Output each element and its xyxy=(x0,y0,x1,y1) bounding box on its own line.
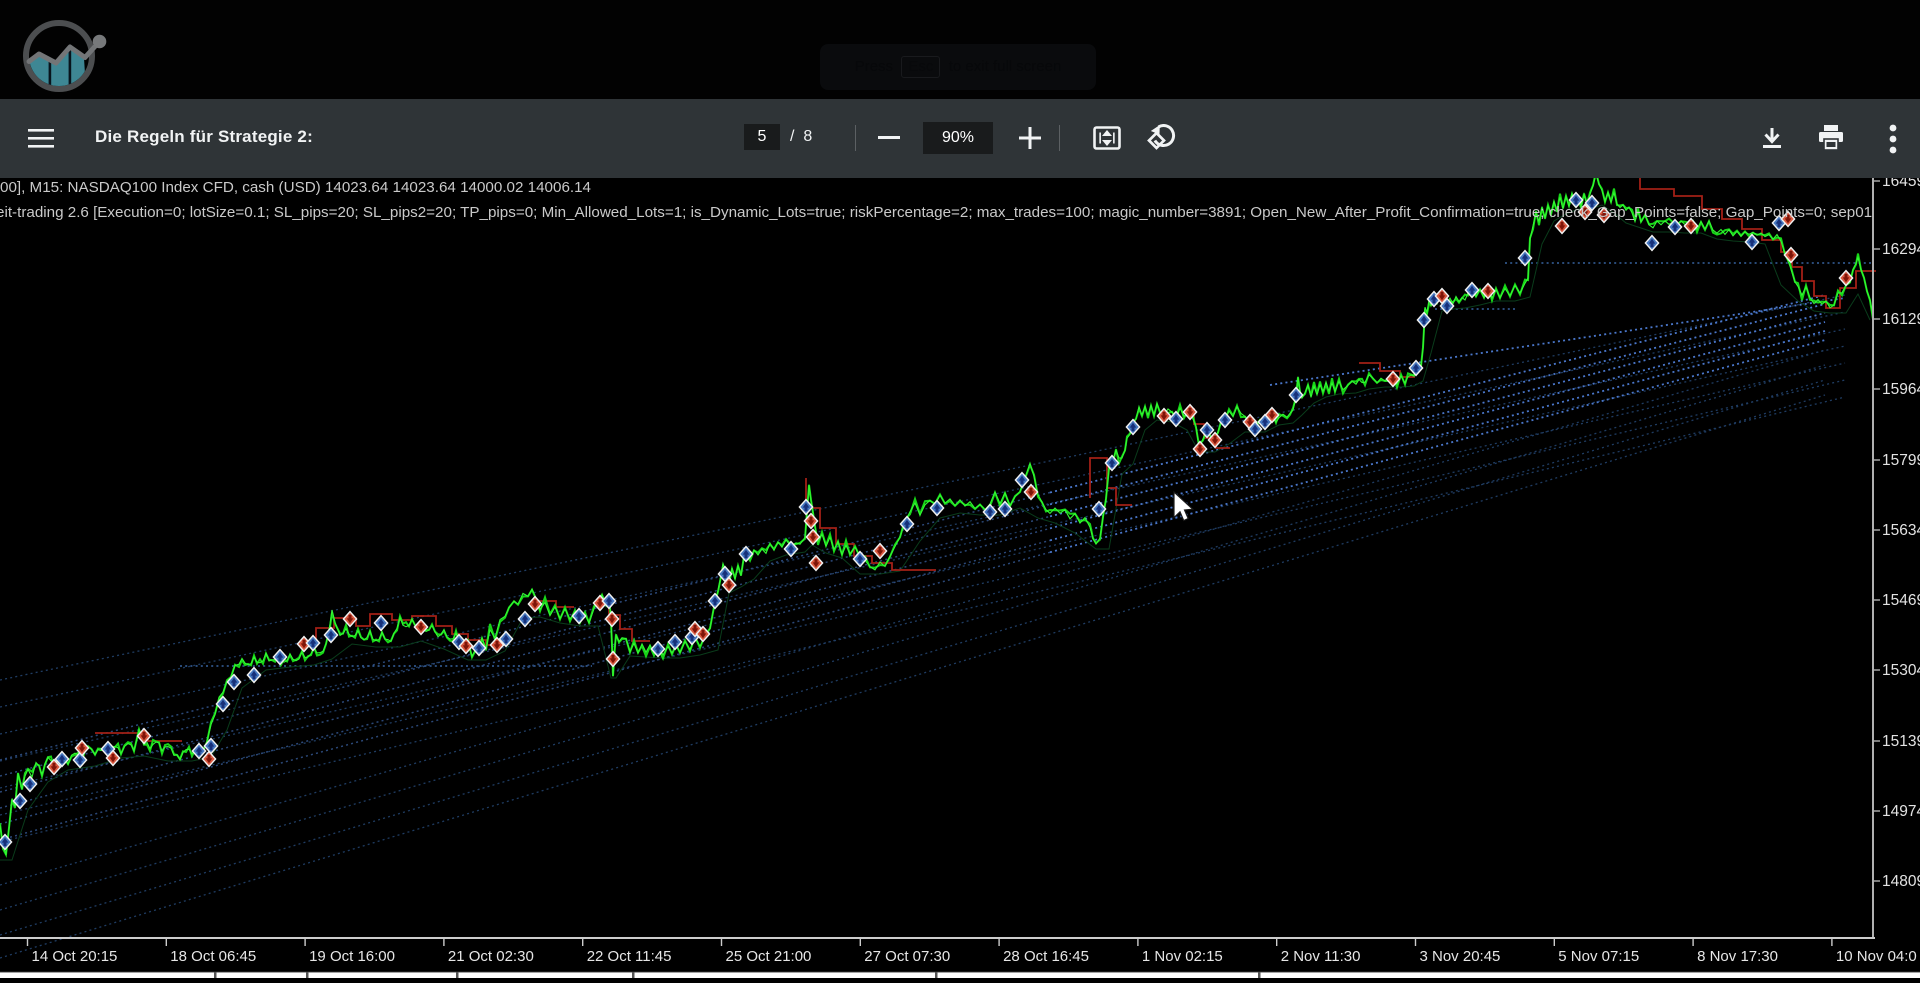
svg-text:16129: 16129 xyxy=(1882,311,1920,328)
svg-text:14809: 14809 xyxy=(1882,873,1920,890)
svg-text:16294: 16294 xyxy=(1882,241,1920,258)
svg-text:eit-trading 2.6 [Execution=0;: eit-trading 2.6 [Execution=0; lotSize=0.… xyxy=(0,204,1872,221)
svg-text:18 Oct 06:45: 18 Oct 06:45 xyxy=(170,948,256,965)
svg-text:19 Oct 16:00: 19 Oct 16:00 xyxy=(309,948,395,965)
svg-text:10 Nov 04:0: 10 Nov 04:0 xyxy=(1836,948,1917,965)
svg-text:22 Oct 11:45: 22 Oct 11:45 xyxy=(587,948,672,965)
svg-text:15799: 15799 xyxy=(1882,452,1920,469)
svg-text:2 Nov 11:30: 2 Nov 11:30 xyxy=(1281,948,1361,965)
svg-text:27 Oct 07:30: 27 Oct 07:30 xyxy=(864,948,950,965)
svg-text:14974: 14974 xyxy=(1882,803,1920,820)
svg-text:15139: 15139 xyxy=(1882,733,1920,750)
svg-text:00], M15: NASDAQ100 Index CFD: 00], M15: NASDAQ100 Index CFD, cash (USD… xyxy=(0,179,591,196)
svg-text:14 Oct 20:15: 14 Oct 20:15 xyxy=(32,948,118,965)
svg-text:15304: 15304 xyxy=(1882,662,1920,679)
svg-text:16459: 16459 xyxy=(1882,178,1920,190)
svg-text:5 Nov 07:15: 5 Nov 07:15 xyxy=(1558,948,1639,965)
svg-text:28 Oct 16:45: 28 Oct 16:45 xyxy=(1003,948,1089,965)
svg-text:8 Nov 17:30: 8 Nov 17:30 xyxy=(1697,948,1778,965)
svg-text:21 Oct 02:30: 21 Oct 02:30 xyxy=(448,948,534,965)
svg-text:15469: 15469 xyxy=(1882,592,1920,609)
svg-text:15964: 15964 xyxy=(1882,381,1920,398)
svg-text:15634: 15634 xyxy=(1882,522,1920,539)
svg-text:3 Nov 20:45: 3 Nov 20:45 xyxy=(1420,948,1501,965)
svg-text:1 Nov 02:15: 1 Nov 02:15 xyxy=(1142,948,1223,965)
svg-text:25 Oct 21:00: 25 Oct 21:00 xyxy=(726,948,812,965)
